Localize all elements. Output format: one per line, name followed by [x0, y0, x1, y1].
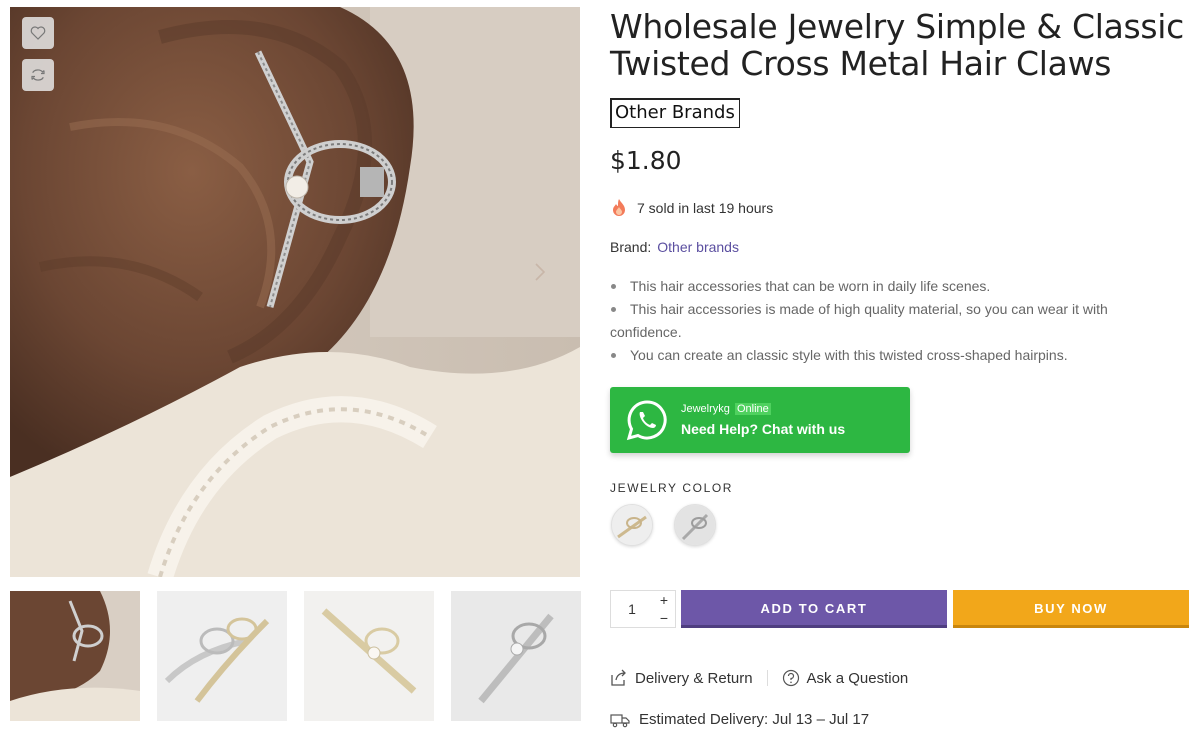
delivery-return-label: Delivery & Return: [635, 669, 753, 687]
chevron-right-icon: [535, 263, 546, 281]
truck-icon: [610, 713, 630, 727]
quantity-stepper: 1 + −: [610, 590, 676, 628]
color-swatch-silver[interactable]: [674, 504, 716, 546]
thumbnail-3[interactable]: [304, 591, 434, 721]
product-title: Wholesale Jewelry Simple & Classic Twist…: [610, 7, 1184, 83]
online-badge: Online: [734, 402, 771, 415]
heart-icon: [30, 26, 46, 40]
thumbnail-strip: [10, 591, 582, 721]
brand-badge[interactable]: Other Brands: [610, 98, 740, 128]
wishlist-button[interactable]: [22, 17, 54, 49]
question-circle-icon: [782, 669, 799, 687]
ask-question-link[interactable]: Ask a Question: [782, 669, 909, 687]
thumbnail-image: [10, 591, 140, 721]
delivery-return-link[interactable]: Delivery & Return: [610, 669, 753, 687]
link-divider: [766, 670, 768, 686]
refresh-icon: [31, 69, 45, 81]
feature-item: You can create an classic style with thi…: [610, 344, 1180, 367]
thumbnail-image: [304, 591, 434, 721]
whatsapp-chat-button[interactable]: Jewelrykg Online Need Help? Chat with us: [610, 387, 910, 453]
estimated-delivery: Estimated Delivery: Jul 13 – Jul 17: [610, 711, 869, 728]
swatch-image: [675, 505, 715, 545]
estimated-delivery-text: Estimated Delivery: Jul 13 – Jul 17: [639, 711, 870, 728]
quantity-minus-button[interactable]: −: [653, 609, 675, 627]
product-price: $1.80: [610, 146, 682, 175]
brand-line: Brand: Other brands: [610, 239, 739, 255]
thumbnail-image: [157, 591, 287, 721]
feature-item: This hair accessories is made of high qu…: [610, 298, 1180, 344]
brand-label: Brand:: [610, 239, 652, 255]
feature-list: This hair accessories that can be worn i…: [610, 275, 1180, 367]
buy-now-button[interactable]: BUY NOW: [953, 590, 1189, 628]
brand-link[interactable]: Other brands: [657, 239, 739, 255]
chat-agent-name: Jewelrykg: [681, 402, 730, 415]
product-info: Wholesale Jewelry Simple & Classic Twist…: [610, 0, 1190, 735]
chat-agent-line: Jewelrykg Online: [681, 402, 845, 416]
swatch-image: [612, 505, 652, 545]
variant-label: JEWELRY COLOR: [610, 481, 734, 495]
sold-counter: 7 sold in last 19 hours: [610, 198, 773, 218]
color-swatch-gold[interactable]: [611, 504, 653, 546]
sold-text: 7 sold in last 19 hours: [637, 200, 774, 216]
thumbnail-1[interactable]: [10, 591, 140, 721]
thumbnail-image: [451, 591, 581, 721]
thumbnail-2[interactable]: [157, 591, 287, 721]
compare-button[interactable]: [22, 59, 54, 91]
share-icon: [611, 669, 626, 686]
quantity-buttons: + −: [653, 591, 675, 627]
fire-icon: [613, 199, 625, 216]
next-image-button[interactable]: [530, 262, 550, 282]
add-to-cart-button[interactable]: ADD TO CART: [681, 590, 947, 628]
extra-links: Delivery & Return Ask a Question: [610, 669, 908, 687]
chat-cta: Need Help? Chat with us: [681, 420, 846, 437]
ask-question-label: Ask a Question: [806, 669, 909, 687]
feature-item: This hair accessories that can be worn i…: [610, 275, 1180, 298]
main-product-image[interactable]: [10, 7, 580, 577]
thumbnail-4[interactable]: [451, 591, 581, 721]
hair-claw-photo: [10, 7, 580, 577]
whatsapp-icon: [626, 400, 667, 441]
quantity-plus-button[interactable]: +: [653, 591, 675, 609]
quantity-input[interactable]: 1: [611, 591, 653, 627]
